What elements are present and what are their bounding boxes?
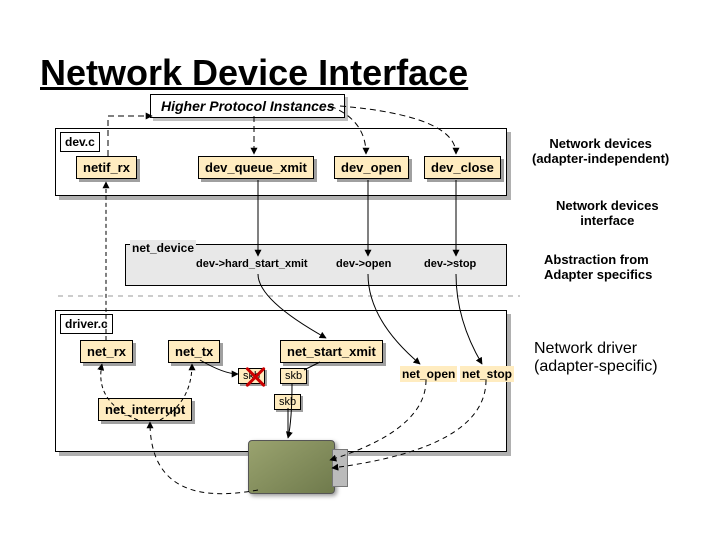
net-tx-fn: net_tx bbox=[168, 340, 220, 363]
diagram: Network Device Interface Higher Protocol… bbox=[0, 0, 720, 540]
net-interrupt-fn: net_interrupt bbox=[98, 398, 192, 421]
page-title: Network Device Interface bbox=[40, 52, 468, 94]
net-device-label: net_device bbox=[130, 240, 196, 256]
skb-box-3: skb bbox=[274, 394, 301, 410]
netif-rx-fn: netif_rx bbox=[76, 156, 137, 179]
label-interface: Network devices interface bbox=[556, 198, 659, 228]
higher-protocol-box: Higher Protocol Instances bbox=[150, 94, 345, 118]
ptr-stop: dev->stop bbox=[424, 258, 476, 270]
skb-box-2: skb bbox=[280, 368, 307, 384]
driverc-label: driver.c bbox=[60, 314, 113, 334]
label-adapter-specific: Network driver (adapter-specific) bbox=[534, 340, 658, 376]
cross-icon bbox=[244, 366, 266, 388]
net-rx-fn: net_rx bbox=[80, 340, 133, 363]
devc-label: dev.c bbox=[60, 132, 100, 152]
net-open-fn: net_open bbox=[400, 366, 457, 382]
ptr-hard-start-xmit: dev->hard_start_xmit bbox=[196, 258, 308, 270]
label-abstraction: Abstraction from Adapter specifics bbox=[544, 252, 652, 282]
dev-open-fn: dev_open bbox=[334, 156, 409, 179]
net-stop-fn: net_stop bbox=[460, 366, 514, 382]
dev-queue-xmit-fn: dev_queue_xmit bbox=[198, 156, 314, 179]
net-start-xmit-fn: net_start_xmit bbox=[280, 340, 383, 363]
ptr-open: dev->open bbox=[336, 258, 391, 270]
label-adapter-independent: Network devices (adapter-independent) bbox=[532, 136, 669, 166]
dev-close-fn: dev_close bbox=[424, 156, 501, 179]
nic-hardware-icon bbox=[248, 440, 335, 494]
